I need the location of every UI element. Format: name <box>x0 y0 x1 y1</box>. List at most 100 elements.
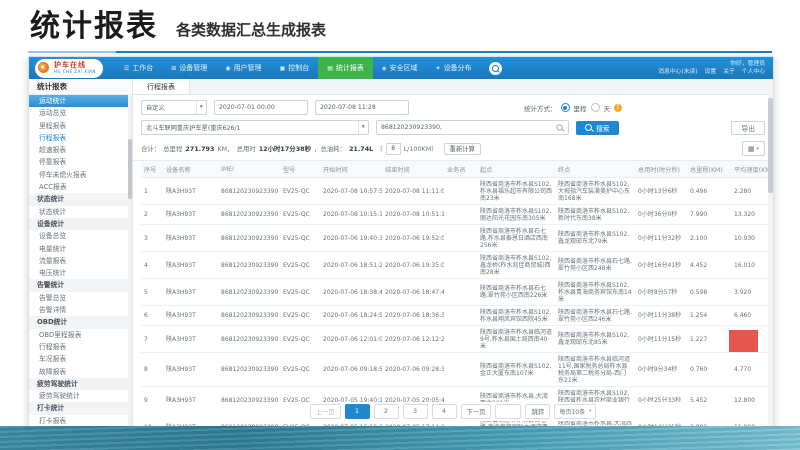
nav-item-report[interactable]: ▤统计报表 <box>318 57 373 79</box>
recalculate-button[interactable]: 重新计算 <box>444 143 481 155</box>
nav-item-device-distribution[interactable]: ✦设备分布 <box>427 57 481 79</box>
sidebar-item[interactable]: 电压统计 <box>29 267 132 279</box>
magnifier-icon[interactable] <box>556 124 562 130</box>
column-settings-button[interactable]: ▦ ▾ <box>742 141 765 156</box>
content-scrollbar[interactable] <box>768 94 773 428</box>
cell: 868120230923390 <box>218 326 280 353</box>
export-button[interactable]: 导出 <box>731 121 765 135</box>
sidebar-item[interactable]: 告警总览 <box>29 292 132 304</box>
total-mileage-value: 271.793 <box>185 145 214 153</box>
sidebar-item[interactable]: 行程报表 <box>29 341 132 353</box>
page-size-select[interactable]: 每页10条▾ <box>554 404 596 419</box>
radio-day-label[interactable]: 天 <box>604 103 611 113</box>
profile-link[interactable]: 个人中心 <box>742 69 765 75</box>
message-center-link[interactable]: 消息中心(未读) <box>658 69 697 75</box>
cell: EV25-QC <box>280 353 320 387</box>
sidebar-scrollbar-thumb[interactable] <box>128 139 132 199</box>
column-header: 结束时间 <box>382 161 444 178</box>
cell: 2020-07-08 10:51:19 <box>382 205 444 225</box>
app-body: 统计报表 运动统计运动总览里程报表行程报表超速报表停靠报表停车未熄火报表ACC报… <box>29 79 773 428</box>
date-range-select[interactable]: 自定义 ▼ <box>141 100 207 115</box>
sidebar-item[interactable]: 流量报表 <box>29 255 132 267</box>
cell <box>444 178 477 205</box>
page-button[interactable]: 3 <box>403 404 428 419</box>
nav-item-user-manage[interactable]: ◉用户管理 <box>216 57 270 79</box>
pagination: 上一页 1234 下一页 跳转每页10条▾ <box>133 402 773 421</box>
sidebar-item[interactable]: 疲劳驾驶统计 <box>29 390 132 402</box>
nav-search-button[interactable] <box>489 62 502 75</box>
sidebar-item[interactable]: 告警详情 <box>29 304 132 316</box>
cell: 4 <box>141 252 163 279</box>
sidebar-item[interactable]: 超速报表 <box>29 144 132 156</box>
sidebar-item[interactable]: 运动总览 <box>29 107 132 119</box>
sidebar-section: OBD统计 <box>29 316 132 328</box>
cell: 16.010 <box>731 252 773 279</box>
table-row: 4陕A3H93T868120230923390EV25-QC2020-07-06… <box>141 252 773 279</box>
cell: EV25-QC <box>280 326 320 353</box>
cell: 陕西省商洛市柞水县S102,新时代东南38米 <box>555 205 635 225</box>
page-title: 统计报表 <box>30 6 158 48</box>
column-header: 起点 <box>477 161 555 178</box>
end-date-input[interactable]: 2020-07-08 11:28 <box>315 100 409 115</box>
cell: 陕A3H93T <box>163 225 218 252</box>
radio-mileage[interactable] <box>561 103 570 112</box>
column-header: 总用时(时分秒) <box>635 161 687 178</box>
chevron-down-icon: ▾ <box>756 146 759 152</box>
prev-page-button[interactable]: 上一页 <box>310 404 341 419</box>
cell: 陕西省商洛市柞水县石七路,翠竹苑小区西南226米 <box>477 279 555 306</box>
sidebar-item[interactable]: 车况报表 <box>29 353 132 365</box>
tab-trip-report[interactable]: 行程报表 <box>133 79 190 94</box>
sidebar-item[interactable]: 运动统计 <box>29 95 132 107</box>
cell: 868120230923390 <box>218 306 280 326</box>
jump-button[interactable]: 跳转 <box>525 404 550 419</box>
content-scrollbar-thumb[interactable] <box>768 98 773 193</box>
next-page-button[interactable]: 下一页 <box>461 404 492 419</box>
cell: EV25-QC <box>280 178 320 205</box>
workbench-icon: ☰ <box>124 65 129 72</box>
sidebar-item[interactable]: ACC报表 <box>29 181 132 193</box>
fuel-rate-input[interactable]: 8 <box>386 143 401 155</box>
sidebar-item[interactable]: 停车未熄火报表 <box>29 169 132 181</box>
page-button[interactable]: 1 <box>345 404 370 419</box>
sidebar-item[interactable]: OBD里程报表 <box>29 329 132 341</box>
cell: 0小时16分41秒 <box>635 252 687 279</box>
nav-item-console[interactable]: ▣控制台 <box>271 57 319 79</box>
sidebar-item[interactable]: 行程报表 <box>29 132 132 144</box>
cell: 3.920 <box>731 279 773 306</box>
sidebar-item[interactable]: 状态统计 <box>29 206 132 218</box>
about-link[interactable]: 关于 <box>723 69 735 75</box>
cell: 2020-07-08 10:57:55 <box>320 178 382 205</box>
imei-input[interactable]: 868120230923390, <box>376 120 569 135</box>
app-logo[interactable]: 护车在线 HU CHE ZAI XIAN <box>35 59 103 78</box>
cell: EV25-QC <box>280 279 320 306</box>
sidebar-scrollbar[interactable] <box>128 94 132 428</box>
page-button[interactable]: 2 <box>374 404 399 419</box>
start-date-input[interactable]: 2020-07-01 00:00 <box>214 100 308 115</box>
sidebar-item[interactable]: 里程报表 <box>29 120 132 132</box>
device-group-select[interactable]: 北斗车联网重庆护车星(重庆626/1 ▼ <box>141 120 369 135</box>
cell: 陕西省商洛市柞水县S102,丽达阳光花园东南305米 <box>477 205 555 225</box>
report-icon: ▤ <box>327 65 333 72</box>
radio-mileage-label[interactable]: 里程 <box>574 103 587 113</box>
nav-item-label: 统计报表 <box>336 63 364 73</box>
stat-mode-group: 统计方式： 里程 天 ! <box>524 103 622 113</box>
warning-icon: ! <box>614 104 622 112</box>
column-header: 总里程(KM) <box>687 161 731 178</box>
jump-page-input[interactable] <box>495 404 521 419</box>
nav-quick-links: 消息中心(未读) 设置关于 个人中心 <box>651 68 765 76</box>
nav-item-workbench[interactable]: ☰工作台 <box>115 57 162 79</box>
cell: 2020-07-06 19:52:03 <box>382 225 444 252</box>
sidebar-item[interactable]: 故障报表 <box>29 366 132 378</box>
radio-day[interactable] <box>591 103 600 112</box>
cell <box>444 252 477 279</box>
settings-link[interactable]: 设置 <box>705 69 717 75</box>
nav-item-safe-zone[interactable]: ◈安全区域 <box>373 57 427 79</box>
column-header: 业务员 <box>444 161 477 178</box>
search-submit-button[interactable]: 搜索 <box>576 121 619 135</box>
cell: 陕西省商洛市柞水县S102,柞水县翔凤宾馆西院45米 <box>477 306 555 326</box>
sidebar-item[interactable]: 电量统计 <box>29 243 132 255</box>
sidebar-item[interactable]: 停靠报表 <box>29 156 132 168</box>
page-button[interactable]: 4 <box>432 404 457 419</box>
nav-item-device-manage[interactable]: ⊞设备管理 <box>162 57 216 79</box>
sidebar-item[interactable]: 设备总览 <box>29 230 132 242</box>
